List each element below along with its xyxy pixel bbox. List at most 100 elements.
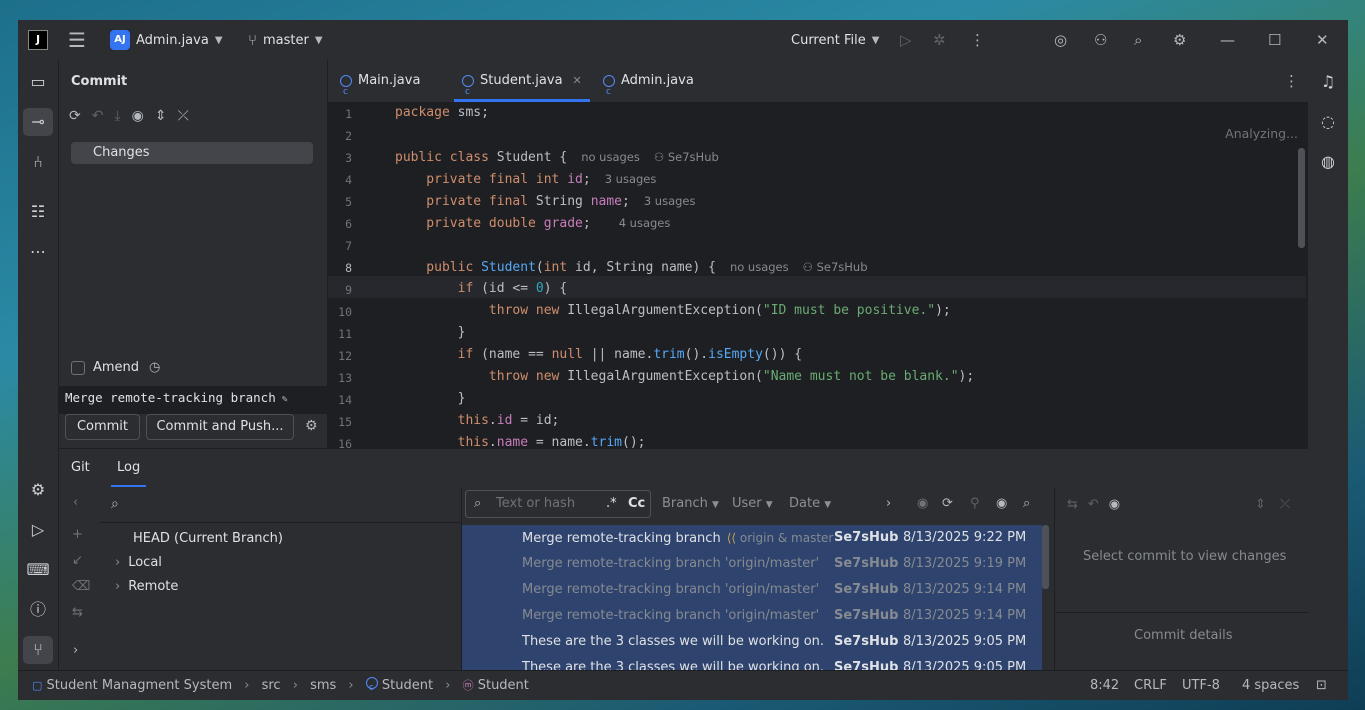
log-scrollbar[interactable]: [1042, 525, 1049, 589]
chevron-left-icon[interactable]: ‹: [73, 495, 78, 510]
line-number: 13: [338, 371, 352, 385]
settings-gear-icon[interactable]: ⚙: [1173, 20, 1186, 60]
update-icon[interactable]: ↙: [72, 553, 83, 568]
caret-position[interactable]: 8:42: [1090, 671, 1119, 700]
commit-row[interactable]: Merge remote-tracking branch 'origin/mas…: [462, 551, 1042, 577]
author-hint[interactable]: ⚇ Se7sHub: [654, 150, 719, 164]
commit-options-gear-icon[interactable]: ⚙: [305, 418, 318, 434]
branch-widget[interactable]: ⑂ master ▼: [248, 20, 323, 60]
commit-row[interactable]: These are the 3 classes we will be worki…: [462, 655, 1042, 671]
tree-local[interactable]: › Local: [115, 555, 162, 570]
commit-row[interactable]: Merge remote-tracking branch ⟨⟨ origin & …: [462, 525, 1042, 551]
author-hint[interactable]: ⚇ Se7sHub: [803, 260, 868, 274]
amend-option[interactable]: Amend ◷: [71, 360, 160, 375]
structure-icon[interactable]: ☷: [23, 198, 53, 226]
view-options-eye-icon[interactable]: ◉: [996, 496, 1007, 511]
details-toolbar-icons[interactable]: ⇆↶◉: [1067, 497, 1130, 512]
usages-hint[interactable]: no usages: [730, 260, 789, 274]
commit-row[interactable]: Merge remote-tracking branch 'origin/mas…: [462, 603, 1042, 629]
cherry-pick-run-icon[interactable]: ◉: [917, 496, 928, 511]
chevron-right-icon[interactable]: ›: [73, 643, 78, 658]
run-icon[interactable]: ▷: [900, 20, 912, 60]
user-filter-dropdown[interactable]: User ▼: [732, 496, 773, 511]
search-icon[interactable]: ⌕: [1134, 20, 1142, 60]
tab-log[interactable]: Log: [110, 449, 147, 487]
usages-hint[interactable]: 4 usages: [619, 216, 671, 230]
jetbrains-logo-icon[interactable]: J: [28, 30, 48, 50]
usages-hint[interactable]: 3 usages: [605, 172, 657, 186]
problems-icon[interactable]: ⓘ: [23, 596, 53, 624]
date-filter-dropdown[interactable]: Date ▼: [789, 496, 831, 511]
tree-head[interactable]: HEAD (Current Branch): [133, 531, 283, 546]
tab-admin-java[interactable]: Admin.java: [603, 60, 694, 113]
maximize-icon[interactable]: ☐: [1268, 20, 1281, 60]
debug-icon[interactable]: ✲: [933, 20, 946, 60]
commit-icon[interactable]: ⊸: [23, 108, 53, 136]
terminal-icon[interactable]: ⌨: [23, 556, 53, 584]
commit-row[interactable]: Merge remote-tracking branch 'origin/mas…: [462, 577, 1042, 603]
close-tab-icon[interactable]: ✕: [573, 60, 582, 102]
pull-requests-icon[interactable]: ⑃: [23, 148, 53, 176]
close-icon[interactable]: ✕: [1316, 20, 1329, 60]
services-icon[interactable]: ⚙: [23, 476, 53, 504]
tab-student-java[interactable]: Student.java ✕: [454, 60, 590, 113]
readonly-lock-icon[interactable]: ⊡: [1316, 671, 1327, 700]
more-actions-icon[interactable]: ⋮: [970, 20, 985, 60]
changes-node[interactable]: Changes: [71, 142, 313, 164]
copilot-icon[interactable]: ◍: [1313, 148, 1343, 176]
view-options-eye-icon[interactable]: ◉: [132, 108, 144, 124]
collapse-all-icon[interactable]: ⤫: [178, 108, 189, 124]
commit-row[interactable]: These are the 3 classes we will be worki…: [462, 629, 1042, 655]
add-user-icon[interactable]: ⚇: [1094, 20, 1107, 60]
breadcrumb-sms[interactable]: sms: [310, 678, 336, 693]
ai-chat-icon[interactable]: ◌: [1313, 108, 1343, 136]
history-clock-icon[interactable]: ◷: [149, 360, 160, 375]
editor-scrollbar[interactable]: [1298, 148, 1305, 248]
run-panel-icon[interactable]: ▷: [23, 516, 53, 544]
project-folder-icon[interactable]: ▭: [23, 68, 53, 96]
usages-hint[interactable]: no usages: [581, 150, 640, 164]
more-tools-icon[interactable]: ⋯: [23, 238, 53, 266]
commit-button[interactable]: Commit: [65, 414, 140, 440]
ai-assistant-icon[interactable]: ◎: [1054, 20, 1067, 60]
breadcrumb-class[interactable]: Student: [382, 678, 433, 693]
project-widget[interactable]: AJ Admin.java ▼: [110, 20, 223, 60]
tree-remote[interactable]: › Remote: [115, 579, 178, 594]
file-encoding[interactable]: UTF-8: [1182, 671, 1220, 700]
log-search-input[interactable]: ⌕ Text or hash .* Cc: [465, 490, 651, 518]
branch-filter-dropdown[interactable]: Branch ▼: [662, 496, 719, 511]
refresh-icon[interactable]: ⟳: [942, 496, 953, 511]
match-case-toggle[interactable]: Cc: [628, 491, 645, 517]
breadcrumb-constructor[interactable]: Student: [478, 678, 529, 693]
indent-setting[interactable]: 4 spaces: [1242, 671, 1299, 700]
tab-git[interactable]: Git: [71, 449, 90, 487]
search-icon[interactable]: ⌕: [1023, 496, 1030, 511]
commit-and-push-button[interactable]: Commit and Push...: [146, 414, 294, 440]
commit-message-field[interactable]: Merge remote-tracking branch ✎: [59, 386, 327, 414]
cherry-icon[interactable]: ⚲: [970, 496, 980, 511]
regex-toggle[interactable]: .*: [606, 491, 617, 517]
minimize-icon[interactable]: —: [1220, 20, 1235, 60]
tab-main-java[interactable]: Main.java: [340, 60, 420, 113]
refresh-icon[interactable]: ⟳: [69, 108, 81, 124]
notifications-bell-icon[interactable]: ♫: [1313, 68, 1343, 96]
breadcrumb-project[interactable]: Student Managment System: [47, 678, 233, 693]
run-config-label: Current File: [791, 32, 866, 48]
expand-collapse-icons[interactable]: ⇕⤫: [1255, 497, 1304, 512]
chevron-right-icon[interactable]: ›: [886, 496, 891, 511]
shelve-icon[interactable]: ⤓: [114, 108, 120, 124]
delete-trash-icon[interactable]: ⌫: [72, 579, 90, 594]
new-branch-icon[interactable]: +: [72, 527, 83, 542]
run-config-widget[interactable]: Current File ▼: [791, 20, 879, 60]
rollback-icon[interactable]: ↶: [92, 108, 104, 124]
compare-icon[interactable]: ⇆: [72, 605, 83, 620]
breadcrumb-src[interactable]: src: [262, 678, 281, 693]
expand-all-icon[interactable]: ⇕: [155, 108, 167, 124]
usages-hint[interactable]: 3 usages: [644, 194, 696, 208]
line-ending[interactable]: CRLF: [1134, 671, 1167, 700]
tab-options-icon[interactable]: ⋮: [1284, 72, 1299, 90]
search-icon[interactable]: ⌕: [111, 496, 119, 512]
main-menu-icon[interactable]: ☰: [68, 20, 86, 60]
amend-checkbox[interactable]: [71, 360, 85, 375]
git-icon[interactable]: ⑂: [23, 636, 53, 664]
